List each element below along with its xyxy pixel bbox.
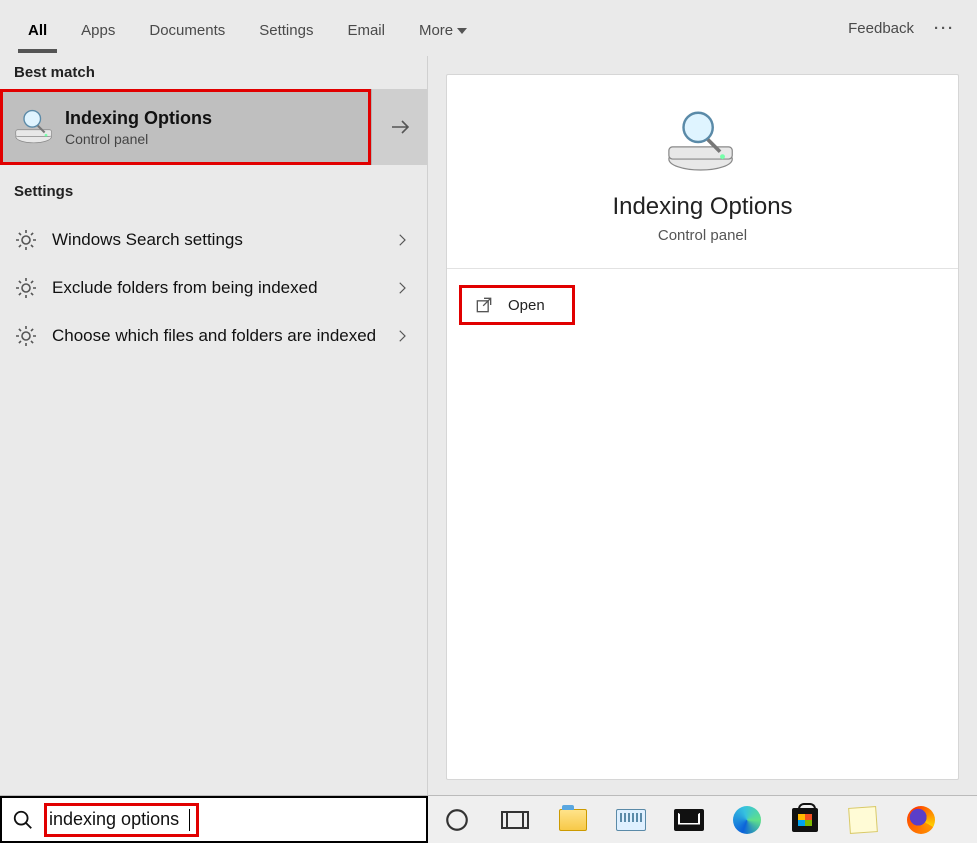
microsoft-store-icon[interactable] xyxy=(790,805,820,835)
on-screen-keyboard-icon[interactable] xyxy=(616,805,646,835)
chevron-right-icon xyxy=(391,231,413,249)
arrow-right-icon xyxy=(388,115,412,139)
settings-result-choose-files-folders[interactable]: Choose which files and folders are index… xyxy=(0,312,427,360)
best-match-subtitle: Control panel xyxy=(65,131,212,147)
preview-title: Indexing Options xyxy=(447,193,958,221)
indexing-options-icon xyxy=(664,103,742,181)
taskbar xyxy=(428,796,977,843)
open-action-label: Open xyxy=(508,297,545,314)
search-icon xyxy=(12,809,34,831)
text-caret xyxy=(189,809,190,831)
best-match-result[interactable]: Indexing Options Control panel xyxy=(0,89,427,165)
settings-result-label: Windows Search settings xyxy=(52,229,391,250)
search-filter-tabs: All Apps Documents Settings Email More F… xyxy=(0,0,977,56)
best-match-title: Indexing Options xyxy=(65,108,212,129)
preview-card: Indexing Options Control panel Open xyxy=(446,74,959,780)
chevron-down-icon xyxy=(457,28,467,34)
preview-subtitle: Control panel xyxy=(447,227,958,244)
best-match-expand-button[interactable] xyxy=(371,89,427,165)
chevron-right-icon xyxy=(391,327,413,345)
gear-icon xyxy=(14,276,38,300)
tab-email[interactable]: Email xyxy=(337,4,395,53)
cortana-icon[interactable] xyxy=(442,805,472,835)
feedback-link[interactable]: Feedback xyxy=(838,20,924,37)
tab-all[interactable]: All xyxy=(18,4,57,53)
result-preview-pane: Indexing Options Control panel Open xyxy=(428,56,977,795)
more-options-button[interactable]: ··· xyxy=(924,20,965,37)
settings-result-label: Choose which files and folders are index… xyxy=(52,325,391,346)
settings-result-exclude-folders[interactable]: Exclude folders from being indexed xyxy=(0,264,427,312)
task-view-icon[interactable] xyxy=(500,805,530,835)
file-explorer-icon[interactable] xyxy=(558,805,588,835)
tab-more[interactable]: More xyxy=(409,4,477,53)
edge-icon[interactable] xyxy=(732,805,762,835)
tab-documents[interactable]: Documents xyxy=(139,4,235,53)
results-list-pane: Best match Indexing Options xyxy=(0,56,428,795)
firefox-icon[interactable] xyxy=(906,805,936,835)
mail-icon[interactable] xyxy=(674,805,704,835)
gear-icon xyxy=(14,228,38,252)
gear-icon xyxy=(14,324,38,348)
settings-result-windows-search-settings[interactable]: Windows Search settings xyxy=(0,216,427,264)
start-search-box[interactable] xyxy=(0,796,428,843)
chevron-right-icon xyxy=(391,279,413,297)
open-icon xyxy=(474,295,494,315)
settings-header: Settings xyxy=(0,165,427,206)
search-results-flyout: All Apps Documents Settings Email More F… xyxy=(0,0,977,796)
tab-settings[interactable]: Settings xyxy=(249,4,323,53)
best-match-header: Best match xyxy=(0,56,427,87)
best-match-main[interactable]: Indexing Options Control panel xyxy=(0,89,371,165)
sticky-notes-icon[interactable] xyxy=(848,805,878,835)
search-input[interactable] xyxy=(49,809,189,830)
settings-result-label: Exclude folders from being indexed xyxy=(52,277,391,298)
tab-apps[interactable]: Apps xyxy=(71,4,125,53)
open-action[interactable]: Open xyxy=(459,285,575,325)
indexing-options-icon xyxy=(13,105,57,149)
